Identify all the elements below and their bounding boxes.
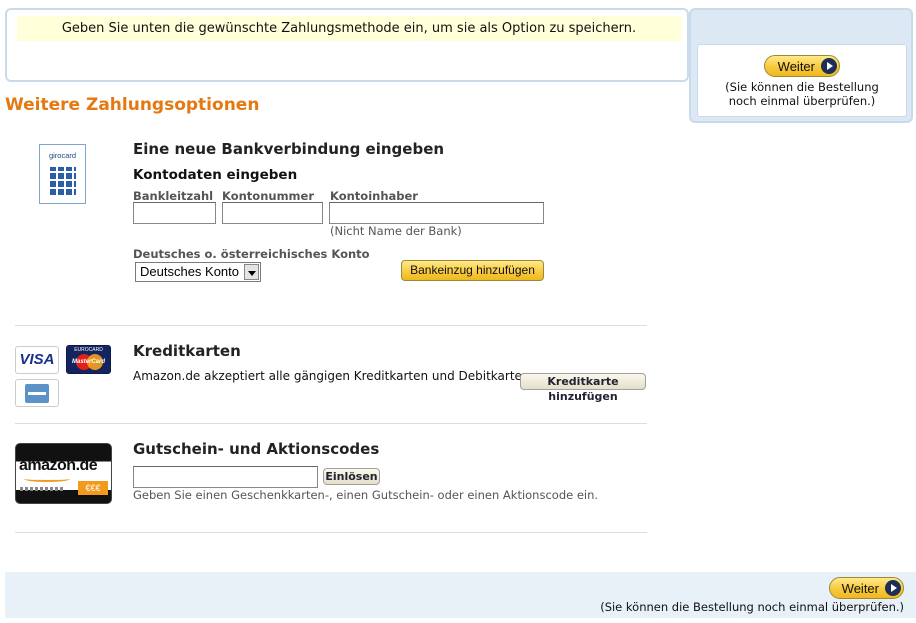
account-country-label: Deutsches o. österreichisches Konto — [133, 247, 370, 261]
section-title: Weitere Zahlungsoptionen — [5, 95, 260, 115]
bank-heading: Eine neue Bankverbindung eingeben — [133, 140, 445, 158]
kontoinhaber-label: Kontoinhaber — [330, 189, 418, 203]
giftcode-heading: Gutschein- und Aktionscodes — [133, 440, 380, 458]
continue-panel: Weiter (Sie können die Bestellung noch e… — [689, 8, 913, 123]
creditcards-description: Amazon.de akzeptiert alle gängigen Kredi… — [133, 369, 534, 383]
kontoinhaber-hint: (Nicht Name der Bank) — [330, 224, 462, 238]
kontoinhaber-input[interactable] — [329, 202, 544, 224]
girocard-keypad-icon — [50, 167, 76, 197]
bank-subheading: Kontodaten eingeben — [133, 167, 298, 183]
mastercard-logo: EUROCARD MasterCard — [66, 345, 111, 374]
info-notice-box: Geben Sie unten die gewünschte Zahlungsm… — [5, 8, 689, 82]
mastercard-text: MasterCard — [71, 359, 105, 365]
divider — [15, 423, 647, 424]
amazon-smile-icon — [24, 476, 70, 482]
continue-note: (Sie können die Bestellung noch einmal ü… — [698, 80, 906, 108]
girocard-logo-text: girocard — [48, 151, 77, 160]
continue-panel-inner: Weiter (Sie können die Bestellung noch e… — [697, 44, 907, 117]
redeem-button[interactable]: Einlösen — [323, 468, 380, 485]
continue-button-label: Weiter — [777, 58, 815, 74]
giftcard-euro-badge: €€€ — [78, 481, 108, 495]
girocard-logo: girocard — [39, 144, 86, 204]
blz-label: Bankleitzahl — [133, 189, 214, 203]
info-notice-text: Geben Sie unten die gewünschte Zahlungsm… — [17, 16, 681, 41]
arrow-right-icon — [885, 580, 901, 596]
continue-note-line1: (Sie können die Bestellung — [725, 80, 879, 94]
add-bank-debit-button[interactable]: Bankeinzug hinzufügen — [401, 260, 544, 281]
account-country-value: Deutsches Konto — [140, 264, 240, 279]
kontonummer-label: Kontonummer — [222, 189, 315, 203]
continue-button-bottom[interactable]: Weiter — [829, 577, 904, 599]
creditcards-heading: Kreditkarten — [133, 342, 241, 360]
continue-button-top[interactable]: Weiter — [764, 55, 840, 77]
divider — [15, 532, 647, 533]
kontonummer-input[interactable] — [222, 202, 323, 224]
eurocard-text: EUROCARD — [74, 347, 103, 353]
chevron-down-icon[interactable] — [244, 264, 259, 280]
giftcode-hint: Geben Sie einen Geschenkkarten-, einen G… — [133, 488, 599, 502]
continue-note-bottom: (Sie können die Bestellung noch einmal ü… — [600, 600, 904, 614]
amazon-giftcard-logo: amazon.de €€€ — [15, 443, 112, 504]
bottom-continue-bar: Weiter (Sie können die Bestellung noch e… — [5, 572, 916, 618]
amazon-logo-text: amazon.de — [19, 457, 98, 474]
giftcode-input[interactable] — [133, 466, 318, 488]
arrow-right-icon — [821, 58, 837, 74]
american-express-logo — [15, 379, 59, 407]
blz-input[interactable] — [133, 202, 216, 224]
add-creditcard-button[interactable]: Kreditkarte hinzufügen — [520, 373, 646, 403]
visa-logo: VISA — [15, 346, 59, 374]
account-country-select[interactable]: Deutsches Konto — [135, 262, 261, 282]
divider — [15, 325, 647, 326]
continue-button-label: Weiter — [841, 580, 879, 596]
continue-note-line2: noch einmal überprüfen.) — [728, 94, 876, 108]
